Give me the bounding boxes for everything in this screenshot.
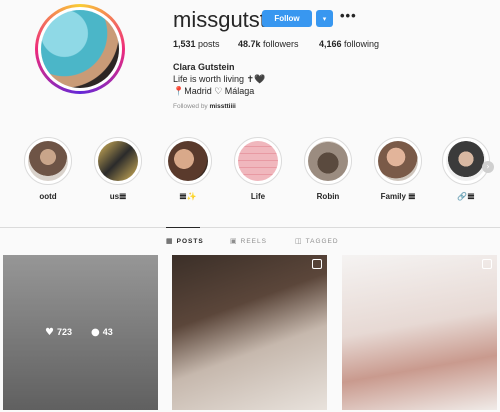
tab-label: POSTS (176, 238, 204, 245)
profile-full-name: Clara Gutstein (173, 62, 235, 72)
posts-count: 1,531 (173, 39, 196, 49)
posts-label: posts (198, 39, 220, 49)
more-icon: ••• (340, 8, 357, 23)
more-options-button[interactable]: ••• (340, 8, 357, 23)
chevron-right-icon: › (486, 162, 490, 171)
tab-posts[interactable]: ▦ POSTS (166, 237, 204, 245)
highlight-cover (28, 141, 68, 181)
highlights-next-button[interactable]: › (482, 161, 494, 173)
tagged-icon: ◫ (295, 237, 303, 245)
highlight-cover (446, 141, 486, 181)
highlight-label: Robin (316, 192, 340, 201)
grid-icon: ▦ (166, 237, 174, 245)
heart-icon: ♥ (45, 327, 54, 338)
highlight-label: us𝌆 (109, 192, 127, 201)
followers-label: followers (263, 39, 299, 49)
tab-label: TAGGED (305, 238, 339, 245)
chevron-down-icon: ▾ (322, 14, 327, 23)
highlight-cover (168, 141, 208, 181)
post-thumbnail[interactable] (342, 255, 497, 410)
highlight-label: 𝌆✨ (179, 192, 197, 201)
highlight-cover (308, 141, 348, 181)
reels-icon: ▣ (230, 237, 238, 245)
carousel-icon (482, 259, 492, 269)
highlight-label: 🔗𝌆 (457, 192, 475, 201)
highlight-item[interactable]: 𝌆✨ (160, 137, 216, 201)
highlight-item[interactable]: Family 𝌆 (370, 137, 426, 201)
highlight-item[interactable]: ootd (20, 137, 76, 201)
following-stat[interactable]: 4,166 following (319, 39, 379, 49)
carousel-icon (312, 259, 322, 269)
highlight-item[interactable]: us𝌆 (90, 137, 146, 201)
highlight-cover (98, 141, 138, 181)
followers-count: 48.7k (238, 39, 261, 49)
comment-icon: ● (91, 327, 100, 338)
bio-line-1: Life is worth living ✝🖤 (173, 74, 266, 84)
comments-count: ● 43 (91, 327, 113, 338)
follow-button[interactable]: Follow (262, 10, 312, 27)
likes-count: ♥ 723 (45, 327, 72, 338)
followed-by[interactable]: Followed by missttiiii (173, 103, 236, 110)
active-tab-indicator (166, 227, 200, 228)
posts-stat: 1,531 posts (173, 39, 220, 49)
tab-tagged[interactable]: ◫ TAGGED (295, 237, 339, 245)
tabs-divider (0, 227, 500, 228)
post-thumbnail[interactable]: ♥ 723 ● 43 (3, 255, 158, 410)
highlight-label: ootd (39, 192, 57, 201)
highlight-item[interactable]: Robin (300, 137, 356, 201)
following-count: 4,166 (319, 39, 342, 49)
post-hover-overlay (3, 255, 158, 410)
followers-stat[interactable]: 48.7k followers (238, 39, 299, 49)
followed-by-user[interactable]: missttiiii (210, 103, 236, 110)
highlight-label: Family 𝌆 (380, 192, 416, 201)
post-thumbnail[interactable] (172, 255, 327, 410)
likes-value: 723 (56, 327, 72, 337)
comments-value: 43 (102, 327, 113, 337)
highlight-label: Life (250, 192, 266, 201)
profile-avatar[interactable] (35, 4, 125, 94)
tab-reels[interactable]: ▣ REELS (230, 237, 267, 245)
tab-label: REELS (240, 238, 267, 245)
following-label: following (344, 39, 380, 49)
highlight-cover (238, 141, 278, 181)
highlight-item[interactable]: Life (230, 137, 286, 201)
avatar-photo (41, 10, 119, 88)
highlight-cover (378, 141, 418, 181)
bio-line-2: 📍Madrid ♡ Málaga (173, 86, 255, 96)
followed-by-prefix: Followed by (173, 103, 208, 110)
suggested-dropdown-button[interactable]: ▾ (316, 10, 333, 27)
